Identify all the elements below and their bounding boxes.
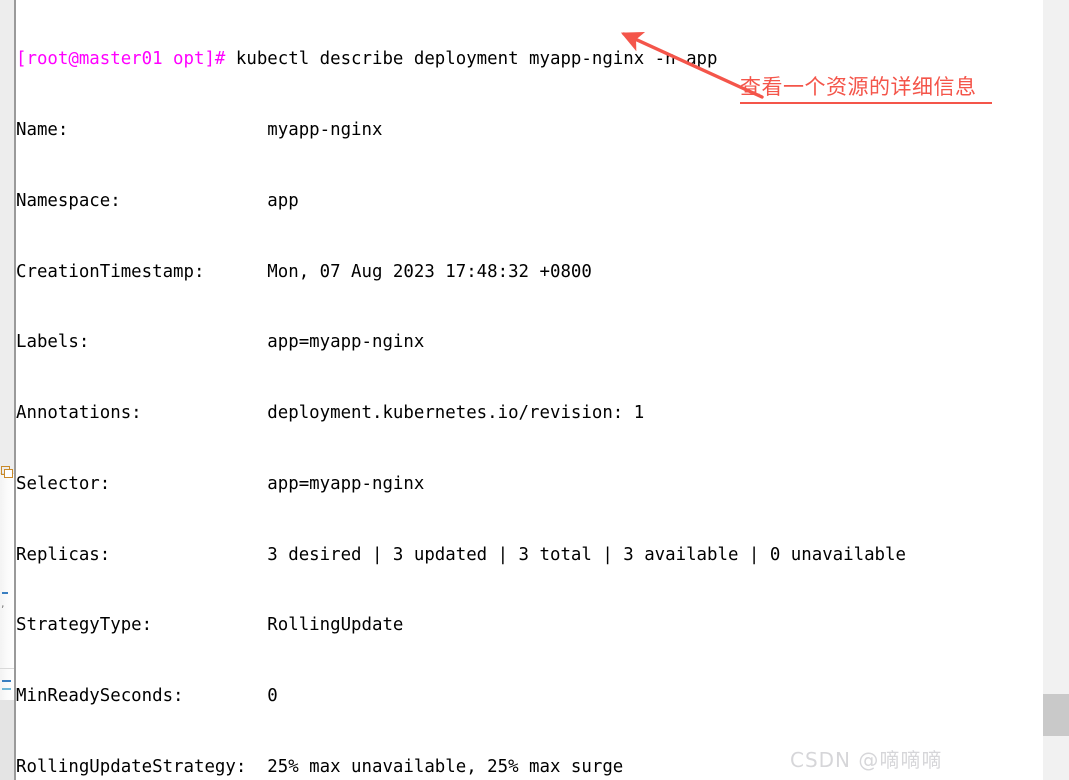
shell-prompt: [root@master01 opt]# [16,49,236,70]
background-tick-2 [2,680,11,682]
command-text: kubectl describe deployment myapp-nginx … [235,49,718,70]
output-line: Name: myapp-nginx [16,119,383,140]
copy-icon-back [4,469,13,478]
background-band-lower [0,700,14,780]
csdn-watermark: CSDN @嘀嘀嘀 [790,748,943,772]
terminal-window: , [root@master01 opt]# kubectl describe … [0,0,1069,780]
scrollbar-thumb[interactable] [1043,694,1069,736]
output-line: Selector: app=myapp-nginx [16,473,425,494]
background-tick-3 [2,688,11,690]
background-band-upper [0,0,14,474]
output-line: StrategyType: RollingUpdate [16,615,404,636]
background-text-sliver: , [1,597,5,610]
scrollbar-track[interactable] [1043,0,1069,780]
background-tick-1 [2,592,8,594]
output-line: CreationTimestamp: Mon, 07 Aug 2023 17:4… [16,261,592,282]
command-line: [root@master01 opt]# kubectl describe de… [16,48,1043,72]
output-line: Labels: app=myapp-nginx [16,332,425,353]
background-divider-2 [0,668,14,669]
output-line: Namespace: app [16,190,299,211]
output-line: MinReadySeconds: 0 [16,686,278,707]
background-window-sliver: , [0,0,14,780]
output-line: Annotations: deployment.kubernetes.io/re… [16,403,645,424]
terminal-output[interactable]: [root@master01 opt]# kubectl describe de… [16,0,1043,780]
output-line: Replicas: 3 desired | 3 updated | 3 tota… [16,544,906,565]
